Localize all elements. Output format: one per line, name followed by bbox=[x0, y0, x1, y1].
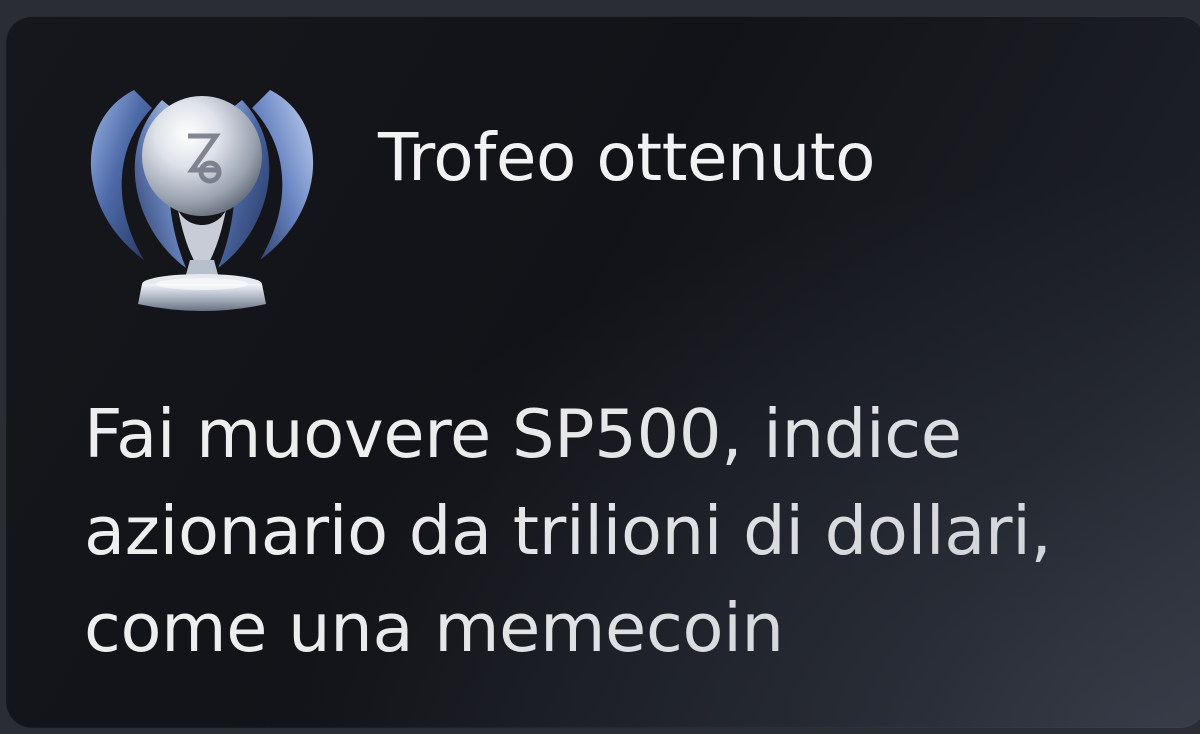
trophy-description: Fai muovere SP500, indice azionario da t… bbox=[84, 395, 1052, 667]
platinum-trophy-icon bbox=[74, 60, 330, 316]
trophy-notification-card[interactable]: Trofeo ottenuto Fai muovere SP500, indic… bbox=[6, 16, 1200, 728]
notification-title: Trofeo ottenuto bbox=[378, 119, 876, 196]
